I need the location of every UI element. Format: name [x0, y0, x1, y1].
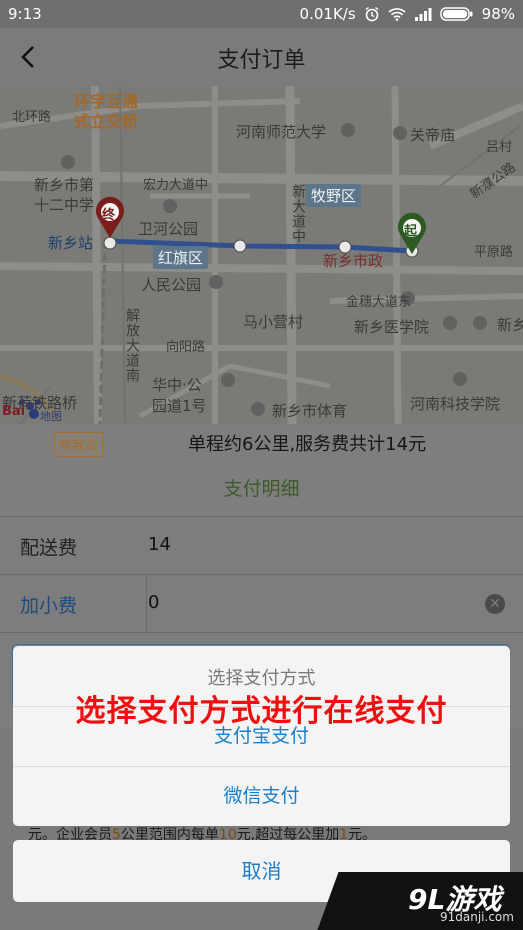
- map-label: 新乡市第: [34, 176, 95, 194]
- page-title: 支付订单: [217, 48, 306, 73]
- start-marker-label: 起: [404, 224, 418, 239]
- payment-method-sheet: 选择支付方式 支付宝支付 微信支付: [13, 646, 510, 826]
- map-label: 新乡市体育: [272, 402, 348, 420]
- wifi-icon: [388, 7, 406, 21]
- annotation-caption: 选择支付方式进行在线支付: [75, 694, 448, 729]
- map-label: 新乡市政: [323, 252, 384, 270]
- map-label: 金穗大道东: [346, 295, 412, 310]
- baidu-logo: Bai: [2, 404, 26, 419]
- battery-icon: [439, 7, 474, 21]
- alarm-icon: [364, 6, 380, 22]
- map-label: 式立交桥: [74, 112, 139, 131]
- delivery-fee-label: 配送费: [20, 537, 78, 559]
- wechat-pay-option[interactable]: 微信支付: [13, 767, 510, 826]
- battery-level: 98%: [481, 5, 515, 23]
- end-marker-label: 终: [102, 208, 116, 223]
- clear-icon[interactable]: ✕: [485, 594, 505, 614]
- payment-detail-link[interactable]: 支付明细: [0, 474, 523, 501]
- route-map[interactable]: 环宇互通 式立交桥 北环路 河南师范大学 关帝庙 吕村 新乡市第 十二中学 宏力…: [0, 86, 523, 424]
- order-info: 帮我买 单程约6公里,服务费共计14元 支付明细: [0, 424, 523, 518]
- delivery-fee-row: 配送费 14: [0, 516, 523, 574]
- trip-summary: 单程约6公里,服务费共计14元: [188, 434, 427, 455]
- map-label: 十二中学: [34, 196, 95, 214]
- map-district: 牧野区: [306, 184, 362, 207]
- map-label: 卫河公园: [138, 220, 199, 238]
- screen: 9:13 0.01K/s 98% 支付订单 环宇互通 式立交桥 北环路 河南师范…: [0, 0, 523, 930]
- map-label: 河南科技学院: [410, 395, 501, 413]
- map-label: 北环路: [12, 110, 52, 125]
- tip-input[interactable]: 0: [148, 592, 159, 613]
- delivery-fee-value: 14: [148, 534, 171, 555]
- tip-row: 加小费 0 ✕: [0, 574, 523, 633]
- map-label: 解放大道南: [124, 308, 140, 383]
- tip-label: 加小费: [20, 595, 78, 617]
- status-bar: 9:13 0.01K/s 98%: [0, 0, 523, 28]
- top-nav: 支付订单: [0, 28, 523, 86]
- map-label: 关帝庙: [410, 126, 456, 144]
- network-speed: 0.01K/s: [299, 5, 356, 23]
- baidu-logo-text: 地图: [40, 410, 62, 423]
- watermark: 9L游戏 91danji.com: [317, 872, 523, 930]
- map-label: 华中·公: [152, 376, 202, 394]
- signal-icon: [414, 7, 432, 21]
- map-label: 新乡: [497, 316, 523, 334]
- map-label: 向阳路: [166, 340, 206, 355]
- map-label: 河南师范大学: [236, 123, 327, 141]
- map-label: 园道1号: [152, 397, 207, 415]
- watermark-site: 91danji.com: [440, 910, 514, 924]
- map-label: 新乡站: [48, 234, 94, 252]
- row-divider: [146, 575, 147, 633]
- map-label: 人民公园: [141, 276, 202, 294]
- status-time: 9:13: [8, 5, 42, 23]
- map-label: 马小营村: [243, 313, 304, 331]
- map-label: 吕村: [486, 140, 513, 155]
- map-label: 宏力大道中: [143, 178, 209, 193]
- status-right: 0.01K/s 98%: [300, 5, 515, 23]
- map-district: 红旗区: [153, 246, 209, 269]
- map-label: 新乡医学院: [354, 318, 430, 336]
- map-label: 新大道中: [290, 184, 306, 244]
- map-label: 平原路: [474, 245, 514, 260]
- service-type-badge: 帮我买: [54, 432, 104, 457]
